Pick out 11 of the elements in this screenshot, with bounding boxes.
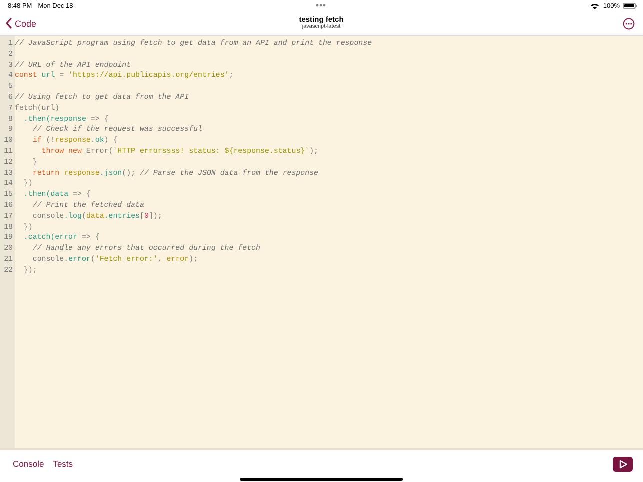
play-icon [618,460,628,468]
wifi-icon [590,2,600,10]
bottom-tab-link[interactable]: Tests [53,459,74,469]
more-icon [623,18,635,30]
run-button[interactable] [613,456,633,472]
more-button[interactable] [623,18,635,30]
back-button[interactable]: Code [6,18,37,29]
multitask-dots-icon[interactable] [316,4,326,7]
battery-icon [623,3,637,9]
back-chevron-icon [6,18,12,29]
bottom-tab-link[interactable]: Console [13,459,44,469]
